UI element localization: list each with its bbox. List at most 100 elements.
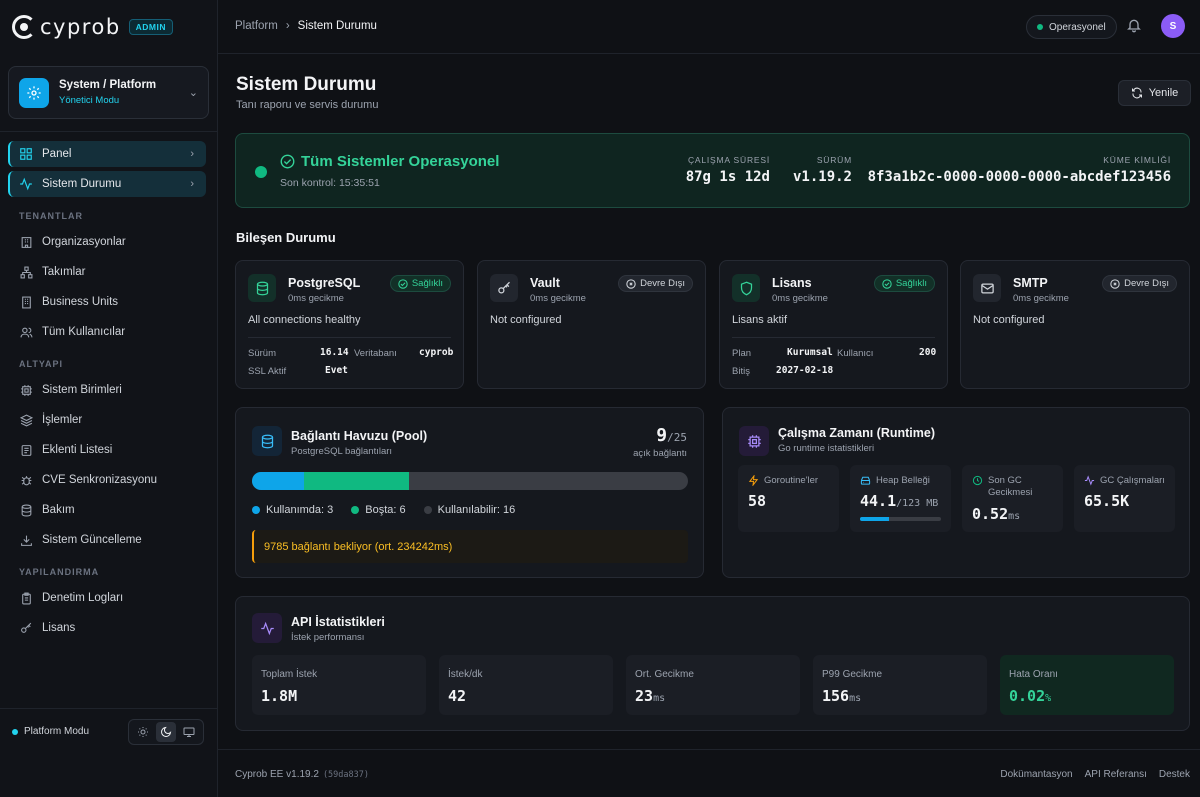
database-icon [252, 426, 282, 456]
footer-links: Dokümantasyon API Referansı Destek [1000, 769, 1190, 780]
nav-item-system-units[interactable]: Sistem Birimleri [8, 377, 206, 403]
tile-value: 42 [448, 687, 466, 705]
status-text: Sağlıklı [895, 278, 927, 289]
sidebar-footer: Platform Modu [0, 708, 218, 753]
tile-unit: ms [653, 693, 666, 704]
nav-item-business-units[interactable]: Business Units [8, 289, 206, 315]
legend-in-use: Kullanımda: 3 [252, 504, 333, 516]
kv-val: Kurumsal [787, 347, 833, 358]
kv-val: 200 [919, 347, 937, 358]
tile-value: 1.8M [261, 687, 297, 705]
tile-value: 0.52ms [972, 505, 1020, 523]
support-link[interactable]: Destek [1159, 769, 1190, 780]
nav-item-operations[interactable]: İşlemler [8, 407, 206, 433]
section-label-tenants: TENANTLAR [19, 211, 83, 221]
sun-icon[interactable] [133, 722, 153, 742]
kv-label: Sürüm [248, 348, 276, 359]
open-label: açık bağlantı [633, 448, 687, 459]
divider [248, 337, 451, 338]
tile-value-number: 1.8M [261, 687, 298, 705]
component-name: PostgreSQL [288, 276, 361, 290]
api-tile-error-rate: Hata Oranı 0.02% [1000, 655, 1174, 715]
nav-item-maintenance[interactable]: Bakım [8, 497, 206, 523]
nav-item-all-users[interactable]: Tüm Kullanıcılar [8, 319, 206, 345]
legend-text: Kullanılabilir: 16 [437, 504, 516, 516]
pool-subtitle: PostgreSQL bağlantıları [291, 446, 393, 457]
page-footer: Cyprob EE v1.19.2 (59da837) Dokümantasyon… [218, 749, 1200, 797]
open-max: /25 [667, 431, 687, 444]
docs-link[interactable]: Dokümantasyon [1000, 769, 1072, 780]
status-badge: Devre Dışı [618, 275, 693, 292]
component-card-license: Lisans 0ms gecikme Sağlıklı Lisans aktif… [719, 260, 948, 389]
status-badge: Sağlıklı [873, 275, 935, 292]
admin-badge: ADMIN [128, 19, 174, 35]
workspace-switcher[interactable]: System / Platform Yönetici Modu ⌄ [8, 66, 209, 119]
tile-label: Toplam İstek [261, 669, 318, 680]
heap-usage-fill [860, 517, 890, 521]
moon-icon[interactable] [155, 722, 176, 742]
status-dot [255, 166, 267, 178]
monitor-icon[interactable] [179, 722, 199, 742]
status-badge[interactable]: Operasyonel [1026, 15, 1117, 39]
pool-legend: Kullanımda: 3 Boşta: 6 Kullanılabilir: 1… [252, 504, 515, 516]
component-description: Not configured [973, 314, 1045, 326]
cluster-label: KÜME KİMLİĞİ [1103, 155, 1171, 165]
tile-unit: % [1045, 693, 1052, 704]
refresh-button[interactable]: Yenile [1118, 80, 1191, 106]
shield-icon [732, 274, 760, 302]
activity-icon [252, 613, 282, 643]
tile-unit: /123 MB [896, 498, 939, 509]
nav-item-audit-logs[interactable]: Denetim Logları [8, 585, 206, 611]
open-count: 9 [656, 425, 668, 446]
status-badge: Sağlıklı [389, 275, 451, 292]
nav-item-cve-sync[interactable]: CVE Senkronizasyonu [8, 467, 206, 493]
top-bar: Platform › Sistem Durumu Operasyonel S [218, 0, 1200, 54]
nav-item-teams[interactable]: Takımlar [8, 259, 206, 285]
nav-label: Sistem Birimleri [42, 384, 122, 396]
nav-label: Sistem Güncelleme [42, 534, 142, 546]
tile-value: 23ms [635, 687, 665, 705]
footer-version: Cyprob EE v1.19.2 (59da837) [235, 769, 369, 780]
tile-label-text: Son GC Gecikmesi [988, 475, 1033, 498]
components-title: Bileşen Durumu [236, 230, 336, 245]
brand-logo[interactable]: cyprob ADMIN [12, 14, 174, 40]
pool-bar-idle [304, 472, 409, 490]
api-reference-link[interactable]: API Referansı [1085, 769, 1147, 780]
bell-icon[interactable] [1126, 17, 1144, 35]
uptime-label: ÇALIŞMA SÜRESİ [687, 155, 770, 165]
nav-item-system-status[interactable]: Sistem Durumu › [8, 171, 206, 197]
mail-icon [973, 274, 1001, 302]
component-card-vault: Vault 0ms gecikme Devre Dışı Not configu… [477, 260, 706, 389]
mode-indicator [12, 729, 18, 735]
avatar[interactable]: S [1161, 14, 1185, 38]
status-text: Sağlıklı [411, 278, 443, 289]
nav-item-organizations[interactable]: Organizasyonlar [8, 229, 206, 255]
platform-mode-label: Platform Modu [24, 726, 90, 737]
key-icon [490, 274, 518, 302]
nav-item-system-update[interactable]: Sistem Güncelleme [8, 527, 206, 553]
kv-val: Evet [325, 365, 348, 376]
cpu-icon [18, 382, 34, 398]
kv-value: Kurumsal [787, 347, 833, 358]
nav-item-panel[interactable]: Panel › [8, 141, 206, 167]
tile-unit: ms [849, 693, 862, 704]
tile-label: Hata Oranı [1009, 669, 1058, 680]
download-icon [18, 532, 34, 548]
breadcrumb-platform[interactable]: Platform [235, 20, 278, 32]
dashboard-icon [18, 146, 34, 162]
gear-icon [19, 77, 49, 108]
nav-label: Organizasyonlar [42, 236, 126, 248]
component-latency: 0ms gecikme [288, 293, 344, 304]
kv-label: Bitiş [732, 366, 750, 377]
kv-label: Kullanıcı [837, 348, 873, 359]
nav-label: Business Units [42, 296, 119, 308]
nav-item-license[interactable]: Lisans [8, 615, 206, 641]
nav-item-plugin-list[interactable]: Eklenti Listesi [8, 437, 206, 463]
runtime-title: Çalışma Zamanı (Runtime) [778, 426, 935, 440]
zap-icon [748, 475, 759, 486]
cpu-icon [739, 426, 769, 456]
kv-val: 2027-02-18 [776, 365, 834, 376]
legend-text: Kullanımda: 3 [266, 504, 334, 516]
list-icon [18, 442, 34, 458]
chevron-right-icon: › [190, 178, 194, 190]
